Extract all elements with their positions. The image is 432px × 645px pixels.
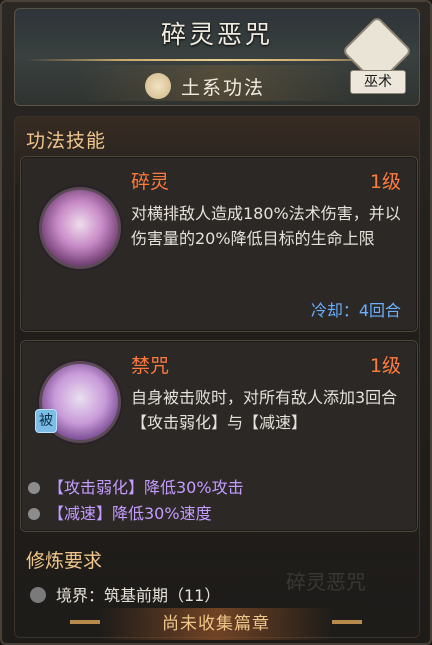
section-title-requirements: 修炼要求	[26, 550, 103, 572]
watermark-text: 碎灵恶咒	[286, 570, 366, 594]
effect-text: 【攻击弱化】降低30%攻击	[48, 478, 244, 497]
requirement-row: 境界：筑基前期（11）	[30, 582, 220, 606]
skill-name: 禁咒	[131, 355, 170, 377]
skill-card[interactable]: 碎灵 1级 对横排敌人造成180%法术伤害，并以伤害量的20%降低目标的生命上限…	[20, 156, 418, 332]
cooldown-label: 冷却：4回合	[310, 301, 401, 320]
mountain-earth-icon	[145, 73, 171, 99]
banner-ornament-right	[332, 620, 362, 624]
banner-ornament-left	[70, 620, 100, 624]
effect-text: 【减速】降低30%速度	[48, 504, 212, 523]
skill-level: 1级	[369, 171, 401, 193]
swirl-bullet-icon	[28, 482, 40, 494]
skill-description: 自身被击败时，对所有敌人添加3回合【攻击弱化】与【减速】	[131, 388, 398, 432]
effect-line: 【减速】降低30%速度	[28, 500, 212, 524]
skill-description: 对横排敌人造成180%法术伤害，并以伤害量的20%降低目标的生命上限	[131, 204, 401, 248]
skill-name: 碎灵	[131, 171, 170, 193]
passive-tag: 被	[35, 409, 57, 433]
swirl-bullet-icon	[28, 508, 40, 520]
element-type-label: 土系功法	[181, 77, 266, 99]
category-label: 巫术	[350, 70, 406, 94]
section-title-skills: 功法技能	[26, 130, 107, 152]
skill-level: 1级	[369, 355, 401, 377]
category-badge: 巫术	[341, 15, 413, 94]
purple-crystal-orb-icon	[39, 187, 121, 269]
collect-status-button[interactable]: 尚未收集篇章	[100, 608, 332, 640]
status-dot-icon	[30, 587, 46, 603]
requirement-text: 境界：筑基前期（11）	[56, 586, 221, 605]
effect-line: 【攻击弱化】降低30%攻击	[28, 474, 244, 498]
